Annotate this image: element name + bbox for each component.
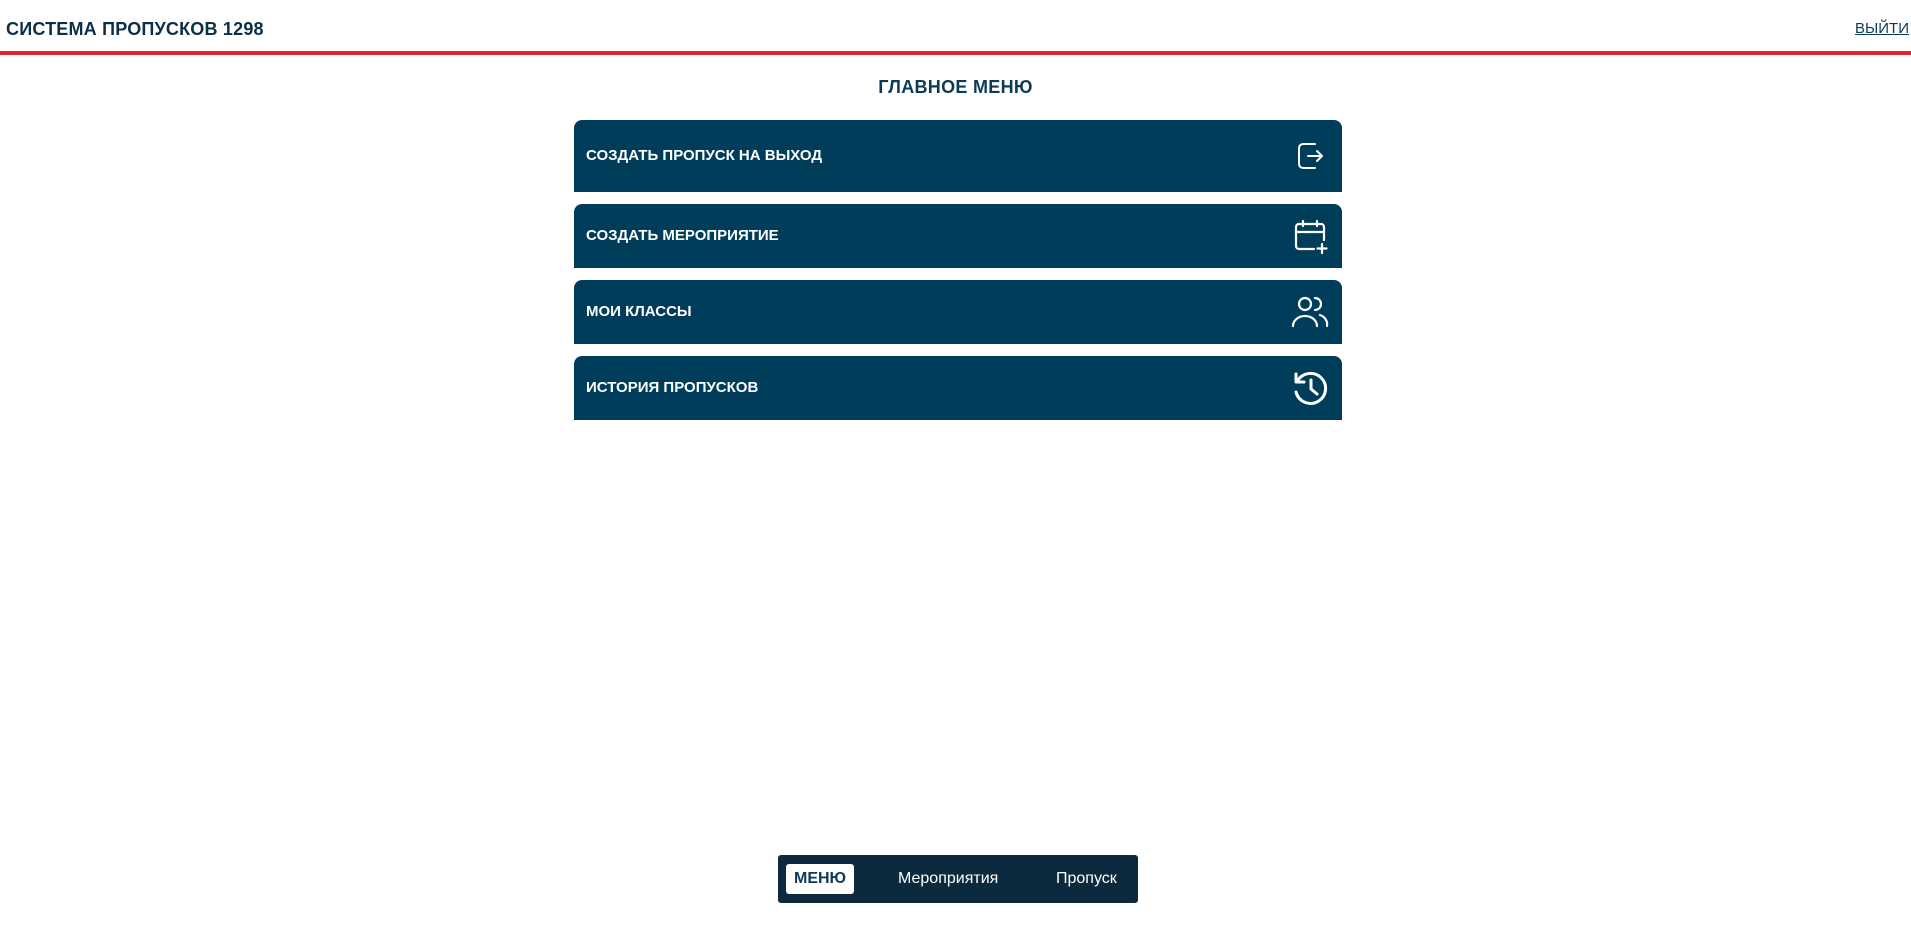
menu-item-create-event[interactable]: СОЗДАТЬ МЕРОПРИЯТИЕ: [574, 204, 1342, 268]
menu-item-label: СОЗДАТЬ ПРОПУСК НА ВЫХОД: [586, 147, 823, 164]
menu-item-label: СОЗДАТЬ МЕРОПРИЯТИЕ: [586, 227, 779, 244]
app-title: СИСТЕМА ПРОПУСКОВ 1298: [6, 19, 264, 39]
users-icon: [1290, 292, 1330, 332]
top-bar: СИСТЕМА ПРОПУСКОВ 1298 ВЫЙТИ: [0, 0, 1911, 55]
exit-door-arrow-icon: [1290, 136, 1330, 176]
page-title: ГЛАВНОЕ МЕНЮ: [878, 77, 1033, 97]
menu-item-label: ИСТОРИЯ ПРОПУСКОВ: [586, 379, 759, 396]
menu-item-label: МОИ КЛАССЫ: [586, 303, 692, 320]
nav-tab-menu[interactable]: МЕНЮ: [786, 864, 855, 894]
history-clock-icon: [1290, 368, 1330, 408]
calendar-add-icon: [1290, 216, 1330, 256]
menu-item-create-exit-pass[interactable]: СОЗДАТЬ ПРОПУСК НА ВЫХОД: [574, 120, 1342, 192]
main-menu: СОЗДАТЬ ПРОПУСК НА ВЫХОД СОЗДАТЬ МЕРОПРИ…: [574, 120, 1342, 432]
nav-tab-events[interactable]: Мероприятия: [898, 864, 998, 894]
bottom-nav: МЕНЮ Мероприятия Пропуск: [778, 855, 1138, 903]
nav-tab-pass[interactable]: Пропуск: [1056, 864, 1117, 894]
logout-link[interactable]: ВЫЙТИ: [1855, 20, 1909, 37]
menu-item-my-classes[interactable]: МОИ КЛАССЫ: [574, 280, 1342, 344]
menu-item-pass-history[interactable]: ИСТОРИЯ ПРОПУСКОВ: [574, 356, 1342, 420]
